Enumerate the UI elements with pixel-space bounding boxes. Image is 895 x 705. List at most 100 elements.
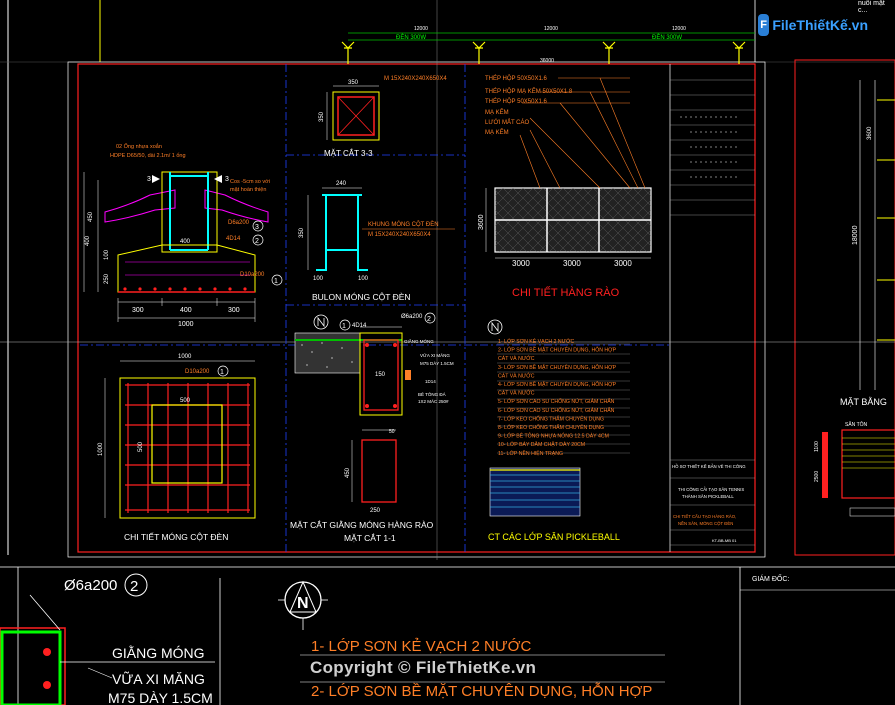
plan-marker-1: 1 [220,369,224,376]
tiebeam-marker-1: 1 [342,323,346,330]
right-partial-plan[interactable]: 18000 3600 MẶT BẰNG SÂN TÔN 1100 2500 [814,80,895,517]
tiebeam-small-bot: 250 [370,508,381,514]
tiebeam-note-3: M75 DÀY 1.5CM [420,360,454,366]
layer-item: 5- LỚP SƠN CAO SU CHỐNG NỨT, GIẢM CHẤN [498,398,615,405]
copyright-watermark: Copyright © FileThietKe.vn [310,658,537,677]
layer-item: CÁT VÀ NƯỚC [498,372,535,379]
tiebeam-note-6: 1X2 MÁC 250# [418,398,449,404]
fence-label-2: THÉP HỘP MẠ KẼM 50X50X1.8 [485,88,573,95]
tb-drawing-2: NỀN SÂN, MÓNG CỘT ĐÈN [678,521,733,526]
fence-height: 3600 [478,214,485,230]
den-label-2: ĐÈN 300W [652,34,682,41]
plan-top-dim: 1000 [178,354,192,360]
bolt-left-dim: 350 [299,227,305,238]
layer-item: 7- LỚP KEO CHỐNG THẤM CHUYÊN DỤNG [498,414,604,422]
tb-project: HỒ SƠ THIẾT KẾ BẢN VẼ THI CÔNG [672,464,746,469]
right-dim-big: 18000 [852,225,859,245]
tiebeam-small-side: 450 [345,467,351,478]
layer-list: 1- LỚP SƠN KẺ VẠCH 2 NƯỚC2- LỚP SƠN BỀ M… [498,338,617,457]
layer-item: 4- LỚP SƠN BỀ MẶT CHUYÊN DỤNG, HỖN HỢP [498,380,617,388]
layer-item: 3- LỚP SƠN BỀ MẶT CHUYÊN DỤNG, HỖN HỢP [498,363,617,371]
marker-1: 1 [274,278,278,285]
layer-item: 8- LỚP KEO CHỐNG THẤM CHUYÊN DỤNG [498,423,604,431]
layer-item: 2- LỚP SƠN BỀ MẶT CHUYÊN DỤNG, HỖN HỢP [498,346,617,354]
tiebeam-note-4: 1D14 [425,379,436,384]
tiebeam-marker-2: 2 [427,316,431,323]
top-dim-3: 12000 [672,26,686,32]
layer-item: 10- LỚP BÁY DĂM CHẶT DÀY 20CM [498,441,585,448]
layer-item: 6- LỚP SƠN CAO SU CHỐNG NỨT, GIẢM CHẤN [498,407,615,414]
north-arrow-small-2 [487,319,503,335]
anchor-bolt-frame[interactable]: 240 350 100 100 KHUNG MÓNG CỘT ĐÈN M 15X… [299,181,455,302]
tb-work-1: THI CÔNG CẢI TẠO SÂN TENNIS [678,487,744,492]
bolt-top-dim: 240 [336,181,347,187]
fence-label-4: MẠ KẼM [485,109,509,116]
tiebeam-dim-150: 150 [375,372,386,378]
director-label: GIÁM ĐỐC: [752,573,789,583]
foundation-dim-left-450: 450 [88,211,94,222]
logo-badge-icon: F [758,14,770,36]
logo-text: FileThiếtKế.vn [772,17,868,33]
bottom-note-2: VỮA XI MĂNG [112,671,205,687]
bottom-rebar: Ø6a200 [64,577,117,594]
tie-beam-section[interactable]: 4D14 Ø6a200 1 2 GIẰNG MÓNG VỮA XI MĂNG M… [290,312,454,543]
title-block[interactable]: HỒ SƠ THIẾT KẾ BẢN VẼ THI CÔNG THI CÔNG … [670,79,755,546]
rebar-d6a200: D6a200 [228,220,250,226]
fence-dim-1: 3000 [512,259,530,268]
layer-item: 9- LỚP BÊ TÔNG NHỰA NÓNG 12.5 DÀY 4CM [498,432,609,440]
tb-code: KT-BB-MB 01 [712,538,737,543]
foundation-dim-inner-400: 400 [180,239,191,245]
bottom-marker-2: 2 [130,578,138,595]
foundation-dim-1000: 1000 [178,321,194,328]
ground-note-2: mặt hoàn thiện [230,187,266,193]
section33-left-dim: 350 [319,111,325,122]
pipe-note-2: HDPE D65/50, dài 2.1m/ 1 ống [110,153,186,159]
marker-3: 3 [255,224,259,231]
pickleball-layers[interactable]: 1- LỚP SƠN KẺ VẠCH 2 NƯỚC2- LỚP SƠN BỀ M… [487,319,630,542]
foundation-dim-300a: 300 [132,307,144,314]
layers-title: CT CÁC LỚP SÂN PICKLEBALL [488,532,620,542]
tiebeam-small-top: 50 [389,429,395,435]
bolt-title: BULON MÓNG CỘT ĐÈN [312,292,411,302]
pipe-note-1: 02 Ống nhựa xoắn [116,143,162,150]
fence-label-6: MẠ KẼM [485,129,509,136]
light-pole-foundation-section[interactable]: 300 400 300 1000 400 450 400 100 250 02 … [83,143,283,328]
fence-dim-2: 3000 [563,259,581,268]
fence-label-5: LƯỚI MẮT CÁO [485,118,529,126]
bolt-spec-2: M 15X240X240X650X4 [368,232,431,238]
rebar-d10a200: D10a200 [240,272,265,278]
bottom-note-1: GIẰNG MÓNG [112,644,205,661]
fence-label-1: THÉP HỘP 50X50X1.6 [485,75,547,82]
footing-plan[interactable]: 1000 D10a200 1 500 500 1000 CHI TIẾT MÓN… [98,354,256,542]
fence-label-3: THÉP HỘP 50X50X1.6 [485,98,547,105]
foundation-dim-300b: 300 [228,307,240,314]
foundation-dim-left-400: 400 [85,235,91,246]
plan-left-dim: 1000 [98,442,104,456]
plan-inner-left: 500 [138,441,144,452]
section33-title: MẶT CẮT 3-3 [324,149,373,158]
cad-drawing-canvas[interactable]: 12000 12000 12000 ĐÈN 300W ĐÈN 300W 3600… [0,0,895,705]
bottom-detail-zoom[interactable]: Ø6a200 2 GIẰNG MÓNG VỮA XI MĂNG M75 DÀY … [0,573,895,705]
tiebeam-note-2: VỮA XI MĂNG [420,352,450,358]
tiebeam-title-1: MẶT CẮT GIẰNG MÓNG HÀNG RÀO [290,520,434,530]
layer-item: 1- LỚP SƠN KẺ VẠCH 2 NƯỚC [498,338,574,345]
north-label: N [297,595,309,612]
fence-dim-3: 3000 [614,259,632,268]
site-logo[interactable]: F FileThiếtKế.vn [758,10,868,40]
rebar-4d14: 4D14 [226,236,241,242]
plan-rebar: D10a200 [185,369,210,375]
section-3-3[interactable]: 350 350 M 15X240X240X650X4 MẶT CẮT 3-3 [319,76,447,158]
plan-title: CHI TIẾT MÓNG CỘT ĐÈN [124,532,228,542]
layer-item: CÁT VÀ NƯỚC [498,390,535,397]
section33-top-dim: 350 [348,80,359,86]
right-san-ton: SÂN TÔN [845,421,868,428]
tiebeam-note-1: GIẰNG MÓNG [404,337,434,344]
fence-detail[interactable]: THÉP HỘP 50X50X1.6 THÉP HỘP MẠ KẼM 50X50… [478,75,652,299]
marker-2: 2 [255,238,259,245]
foundation-dim-400: 400 [180,307,192,314]
ground-note-1: Cos -5cm so với [230,179,270,185]
fence-title: CHI TIẾT HÀNG RÀO [512,286,620,299]
top-dim-1: 12000 [414,26,428,32]
bolt-spec-1: KHUNG MÓNG CỘT ĐÈN [368,221,439,228]
den-label-1: ĐÈN 300W [396,34,426,41]
